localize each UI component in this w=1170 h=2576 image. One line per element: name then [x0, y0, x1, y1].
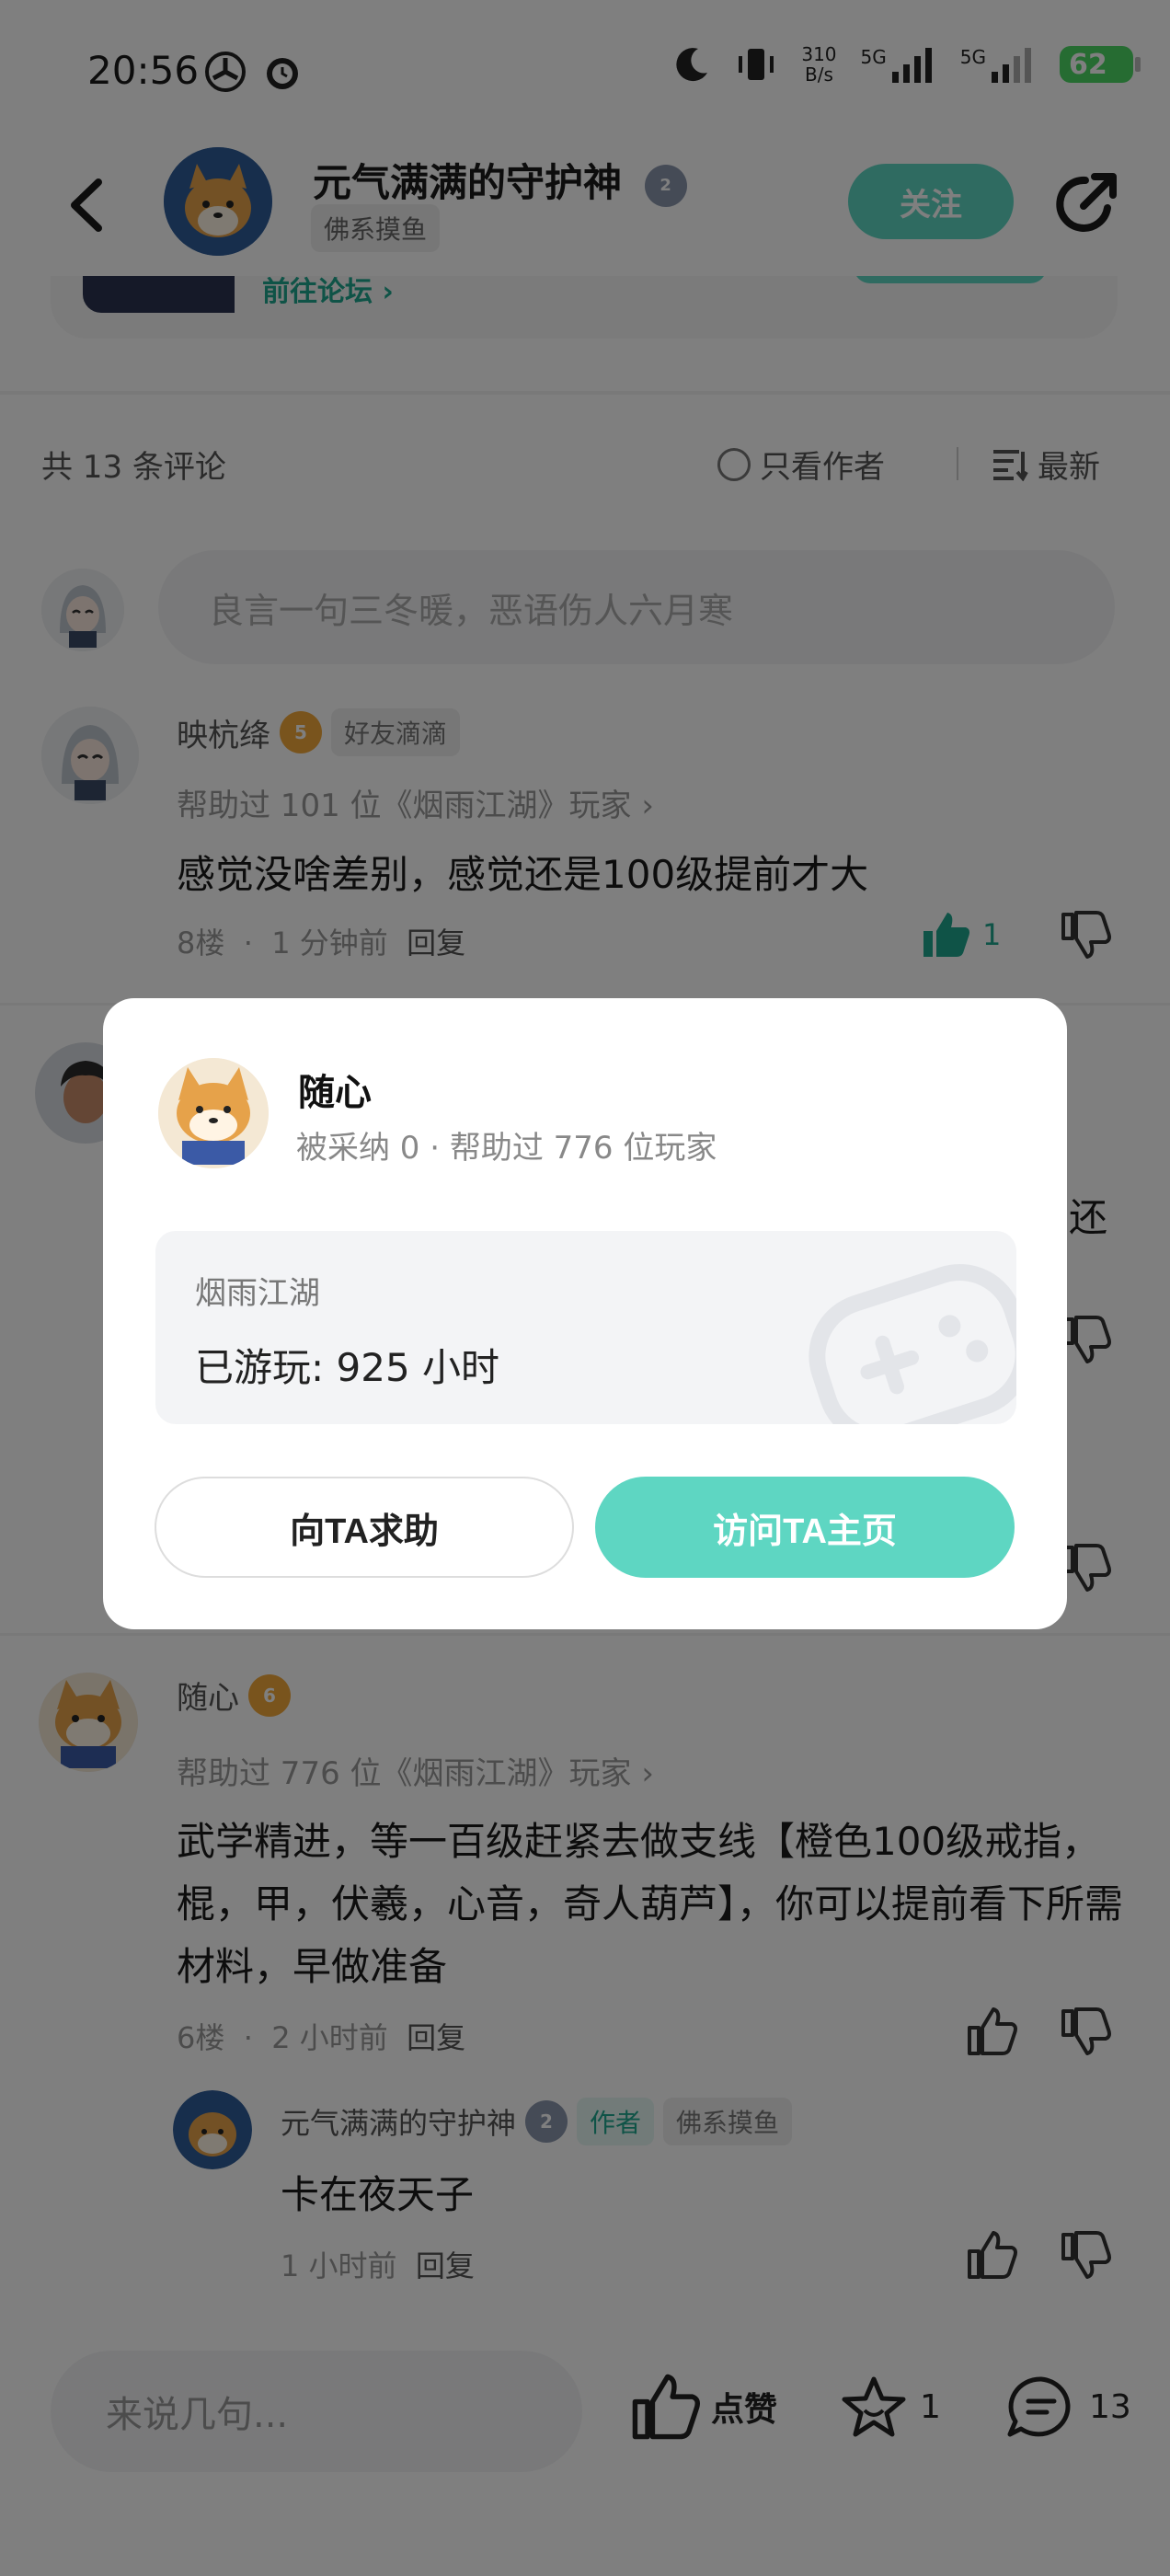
game-name: 烟雨江湖 — [195, 1275, 320, 1312]
modal-user-name: 随心 — [298, 1072, 372, 1114]
playtime: 已游玩: 925 小时 — [195, 1345, 500, 1390]
visit-profile-button[interactable]: 访问TA主页 — [595, 1477, 1015, 1578]
gamepad-icon — [809, 1264, 1016, 1424]
game-card: 烟雨江湖 已游玩: 925 小时 — [155, 1231, 1016, 1424]
user-profile-modal: 随心 被采纳 0 · 帮助过 776 位玩家 烟雨江湖 已游玩: 925 小时 … — [103, 998, 1067, 1629]
modal-user-stats: 被采纳 0 · 帮助过 776 位玩家 — [296, 1130, 717, 1167]
ask-help-button[interactable]: 向TA求助 — [155, 1477, 574, 1578]
modal-avatar — [158, 1058, 269, 1168]
